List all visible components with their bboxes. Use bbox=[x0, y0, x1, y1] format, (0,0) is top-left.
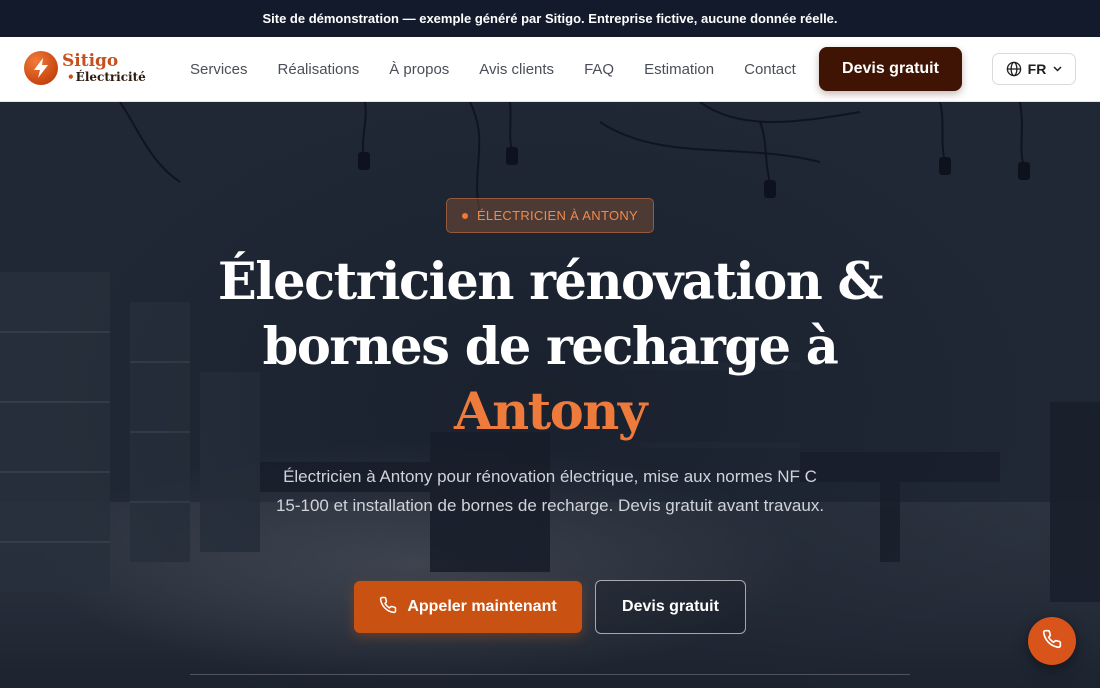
location-badge: ÉLECTRICIEN À ANTONY bbox=[446, 198, 654, 233]
nav-link-a-propos[interactable]: À propos bbox=[389, 61, 449, 78]
globe-icon bbox=[1006, 61, 1022, 77]
language-selector[interactable]: FR bbox=[992, 53, 1076, 85]
logo-name: Sitigo bbox=[62, 51, 119, 71]
badge-dot bbox=[461, 212, 468, 219]
lightning-bolt-icon bbox=[24, 51, 58, 85]
nav-link-realisations[interactable]: Réalisations bbox=[278, 61, 360, 78]
demo-notice-text: Site de démonstration — exemple généré p… bbox=[262, 11, 838, 26]
hero-divider bbox=[190, 674, 910, 675]
hero-description: Électricien à Antony pour rénovation éle… bbox=[275, 467, 825, 515]
logo-subtitle: Électricité bbox=[67, 71, 146, 83]
language-label: FR bbox=[1027, 61, 1047, 77]
hero-title-accent: Antony bbox=[454, 382, 647, 442]
nav-link-avis-clients[interactable]: Avis clients bbox=[479, 61, 554, 78]
nav-link-faq[interactable]: FAQ bbox=[584, 61, 614, 78]
nav-link-services[interactable]: Services bbox=[190, 61, 248, 78]
call-now-button[interactable]: Appeler maintenant bbox=[354, 581, 582, 633]
nav-link-contact[interactable]: Contact bbox=[744, 61, 796, 78]
logo[interactable]: Sitigo Électricité bbox=[24, 51, 146, 85]
hero-title-line-1: Électricien rénovation & bbox=[217, 252, 884, 312]
call-now-label: Appeler maintenant bbox=[407, 598, 557, 615]
header-quote-button[interactable]: Devis gratuit bbox=[819, 47, 962, 91]
hero-title: Électricien rénovation & bornes de recha… bbox=[150, 250, 950, 445]
free-quote-button[interactable]: Devis gratuit bbox=[595, 580, 746, 634]
hero-title-line-2: bornes de recharge à bbox=[262, 317, 839, 377]
badge-label: ÉLECTRICIEN À ANTONY bbox=[476, 208, 639, 223]
floating-call-button[interactable] bbox=[1028, 617, 1076, 665]
chevron-down-icon bbox=[1053, 66, 1062, 72]
phone-icon bbox=[1042, 629, 1062, 653]
demo-notice-bar: Site de démonstration — exemple généré p… bbox=[0, 0, 1100, 37]
main-nav: Services Réalisations À propos Avis clie… bbox=[190, 37, 796, 102]
nav-link-estimation[interactable]: Estimation bbox=[644, 61, 714, 78]
site-header: Sitigo Électricité Services Réalisations… bbox=[0, 37, 1100, 102]
phone-icon bbox=[379, 596, 407, 619]
hero-section: ÉLECTRICIEN À ANTONY Électricien rénovat… bbox=[0, 102, 1100, 688]
